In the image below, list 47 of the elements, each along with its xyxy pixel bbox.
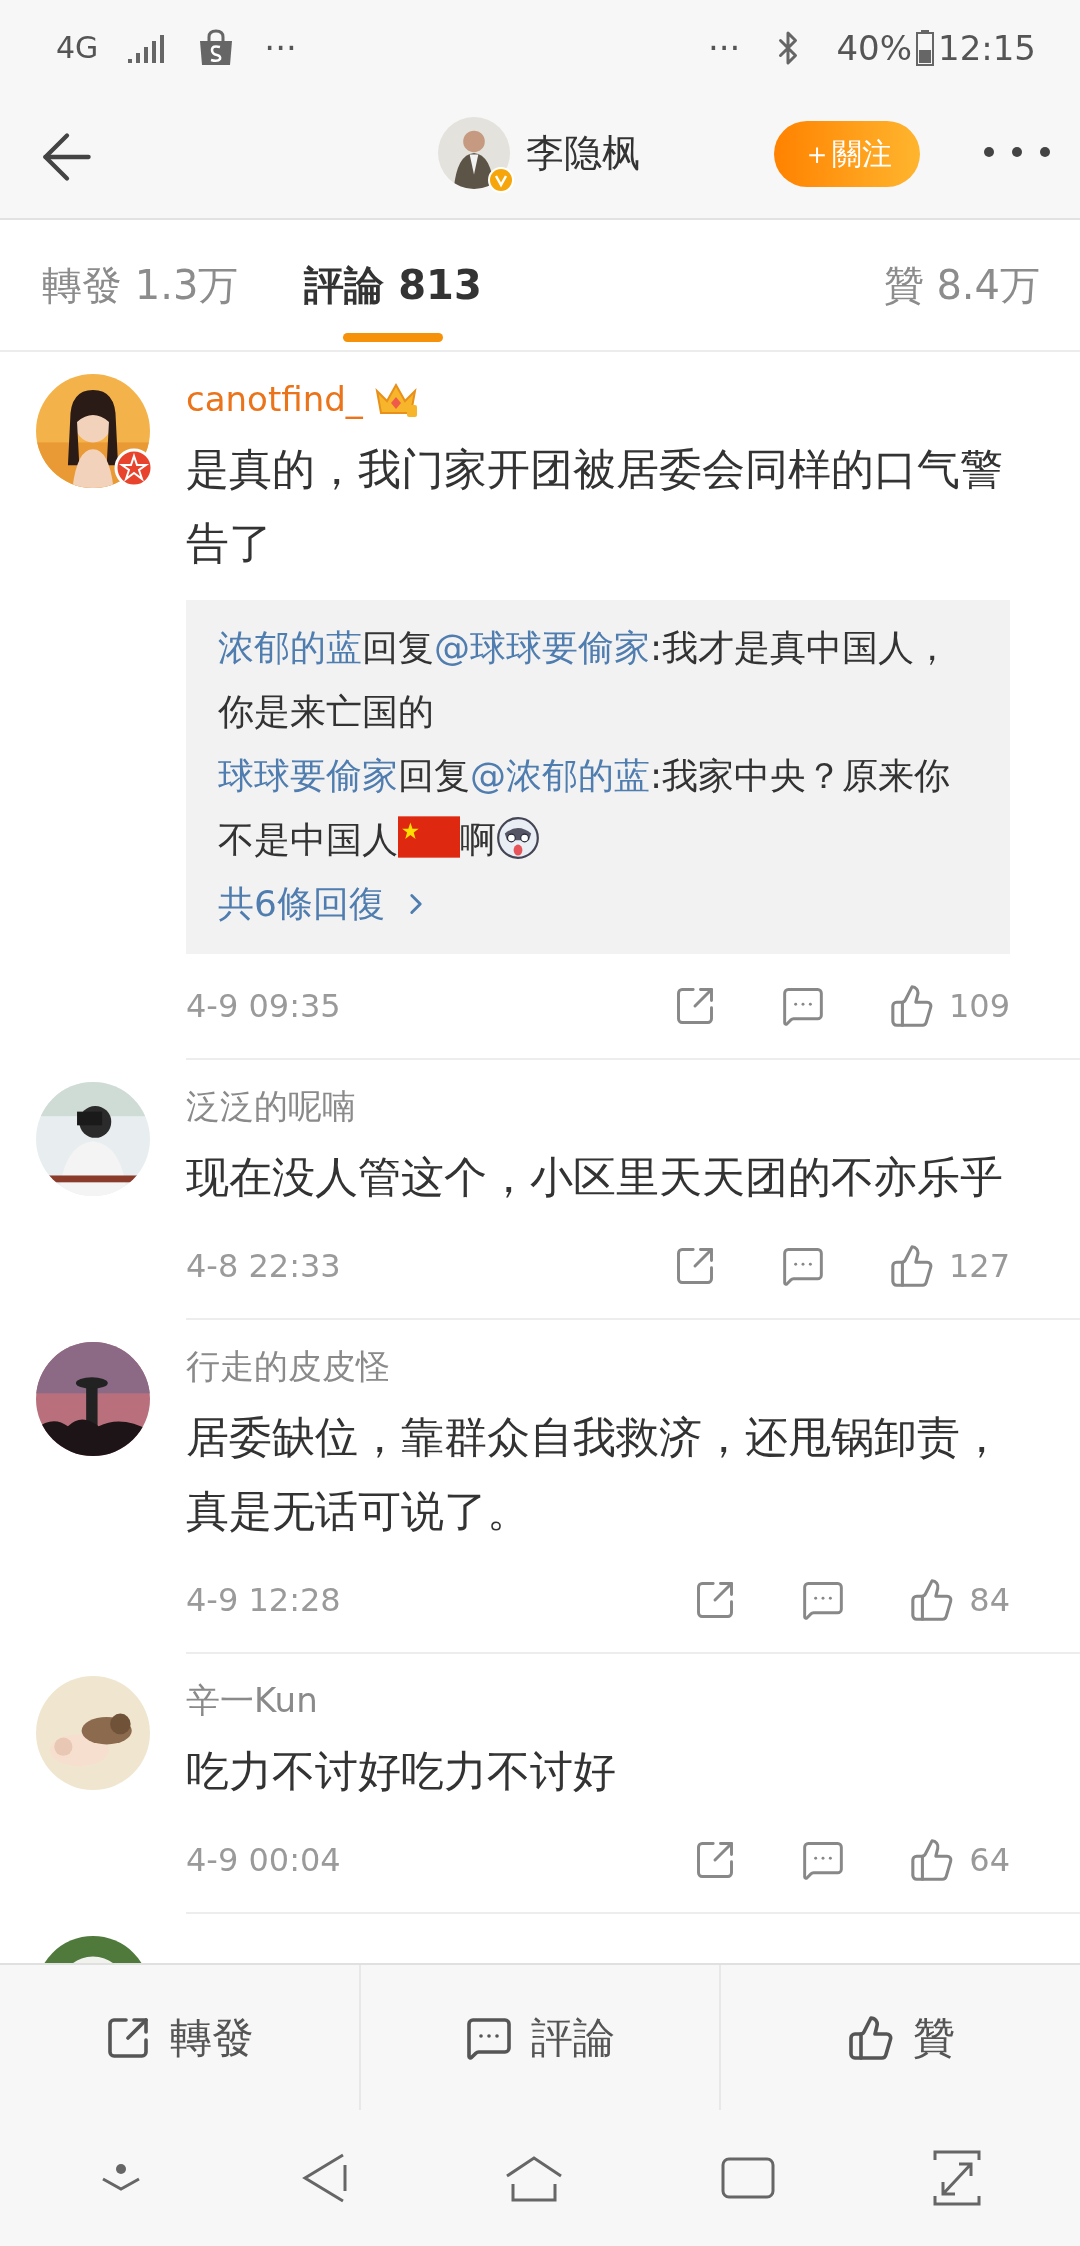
network-label: 4G — [56, 30, 99, 65]
recent-apps-icon[interactable] — [721, 2157, 775, 2199]
comment-time: 4-9 00:04 — [186, 1841, 341, 1879]
user-link[interactable]: 浓郁的蓝 — [218, 627, 362, 668]
mention-link[interactable]: @球球要偷家 — [434, 627, 650, 668]
comment-author[interactable]: 辛一Kun — [186, 1678, 318, 1724]
thumbs-up-icon — [888, 1243, 935, 1289]
comment-author[interactable]: canotfind_ — [186, 379, 363, 419]
flag-icon — [398, 816, 460, 858]
reply-text: 浓郁的蓝回复@球球要偷家:我才是真中国人，你是来亡国的 — [218, 626, 952, 734]
user-link[interactable]: 球球要偷家 — [218, 755, 398, 796]
dog-face-icon — [496, 816, 540, 860]
page-title: 李隐枫 — [526, 129, 640, 177]
thumbs-up-icon — [888, 983, 935, 1029]
comment-text: 是真的，我门家开团被居委会同样的口气警告了 — [186, 443, 1004, 570]
expand-icon[interactable] — [933, 2150, 981, 2206]
like-button[interactable]: 109 — [888, 983, 1010, 1029]
like-action[interactable]: 贊 — [721, 1965, 1080, 2110]
like-button[interactable]: 127 — [888, 1243, 1010, 1289]
more-notifications: ··· — [264, 27, 297, 68]
back-nav-icon[interactable] — [301, 2153, 347, 2203]
more-status: ··· — [708, 27, 741, 68]
home-icon[interactable] — [505, 2154, 563, 2202]
like-button[interactable]: 64 — [909, 1837, 1010, 1883]
mention-link[interactable]: @浓郁的蓝 — [470, 755, 650, 796]
comment-text: 现在没人管这个，小区里天天团的不亦乐乎 — [186, 1151, 1004, 1204]
battery-percent: 40% — [836, 27, 912, 68]
like-button[interactable]: 84 — [909, 1577, 1010, 1623]
more-replies-link[interactable]: 共6條回復 — [218, 872, 433, 936]
comment-time: 4-9 12:28 — [186, 1581, 341, 1619]
comment-text: 吃力不讨好吃力不讨好 — [186, 1745, 617, 1798]
comment-time: 4-8 22:33 — [186, 1247, 341, 1285]
clock: 12:15 — [938, 27, 1036, 68]
thumbs-up-icon — [846, 2013, 895, 2062]
verified-badge-icon — [488, 167, 514, 193]
comment-author[interactable]: 泛泛的呢喃 — [186, 1084, 356, 1130]
comment-text: 居委缺位，靠群众自我救济，还甩锅卸责，真是无话可说了。 — [186, 1411, 1004, 1538]
shopping-bag-icon — [198, 28, 235, 67]
tab[interactable]: 轉發 1.3万 — [42, 220, 239, 350]
comment-time: 4-9 09:35 — [186, 987, 341, 1025]
more-icon[interactable] — [984, 147, 1050, 157]
tab[interactable]: 贊 8.4万 — [883, 220, 1040, 350]
comment-author[interactable]: 行走的皮皮怪 — [186, 1344, 390, 1390]
reply-text: 球球要偷家回复@浓郁的蓝:我家中央？原来你不是中国人 啊 — [218, 754, 952, 862]
follow-button[interactable]: ＋關注 — [774, 121, 920, 187]
battery-icon — [916, 29, 934, 66]
tab[interactable]: 評論 813 — [304, 220, 482, 350]
